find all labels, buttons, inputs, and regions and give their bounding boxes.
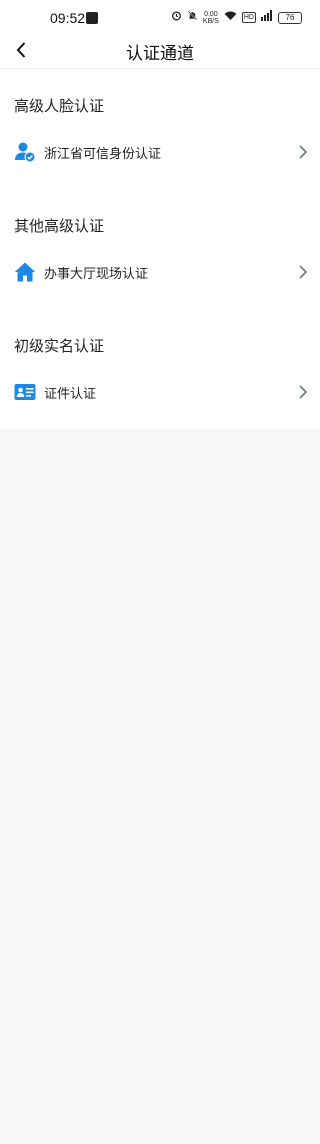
alarm-icon [171, 10, 182, 25]
net-speed-value: 0.00 [204, 10, 218, 18]
signal-icon [261, 10, 273, 25]
status-bar: 09:52 0.00 KB/S HD 76 [0, 0, 320, 36]
chevron-right-icon [298, 144, 308, 160]
net-speed-unit: KB/S [202, 17, 219, 25]
mute-icon [187, 10, 198, 25]
verified-user-icon [14, 141, 36, 163]
list-item-hall-onsite[interactable]: 办事大厅现场认证 [0, 249, 320, 295]
section-title-advanced-face: 高级人脸认证 [0, 83, 320, 129]
chevron-right-icon [298, 264, 308, 280]
empty-area [0, 429, 320, 1144]
page-title: 认证通道 [126, 44, 194, 64]
list-item-label: 办事大厅现场认证 [44, 266, 149, 282]
status-icons: 0.00 KB/S HD 76 [171, 10, 302, 25]
app-notification-icon [86, 12, 98, 24]
section-title-other-advanced: 其他高级认证 [0, 203, 320, 249]
auth-channel-list: 高级人脸认证 浙江省可信身份认证 其他高级认证 办事大厅现场认证 初级实名认证 [0, 69, 320, 429]
section-title-basic-realname: 初级实名认证 [0, 323, 320, 369]
wifi-icon [224, 10, 237, 25]
home-icon [14, 261, 36, 283]
net-speed: 0.00 KB/S [203, 11, 219, 25]
battery-icon: 76 [278, 11, 302, 24]
id-card-icon [14, 381, 36, 403]
list-item-zhejiang-identity[interactable]: 浙江省可信身份认证 [0, 129, 320, 175]
chevron-right-icon [298, 384, 308, 400]
hd-badge: HD [241, 12, 256, 23]
list-item-label: 证件认证 [44, 386, 97, 402]
nav-bar: 认证通道 [0, 36, 320, 69]
list-item-label: 浙江省可信身份认证 [44, 146, 162, 162]
status-time: 09:52 [50, 10, 86, 26]
list-item-id-document[interactable]: 证件认证 [0, 369, 320, 415]
